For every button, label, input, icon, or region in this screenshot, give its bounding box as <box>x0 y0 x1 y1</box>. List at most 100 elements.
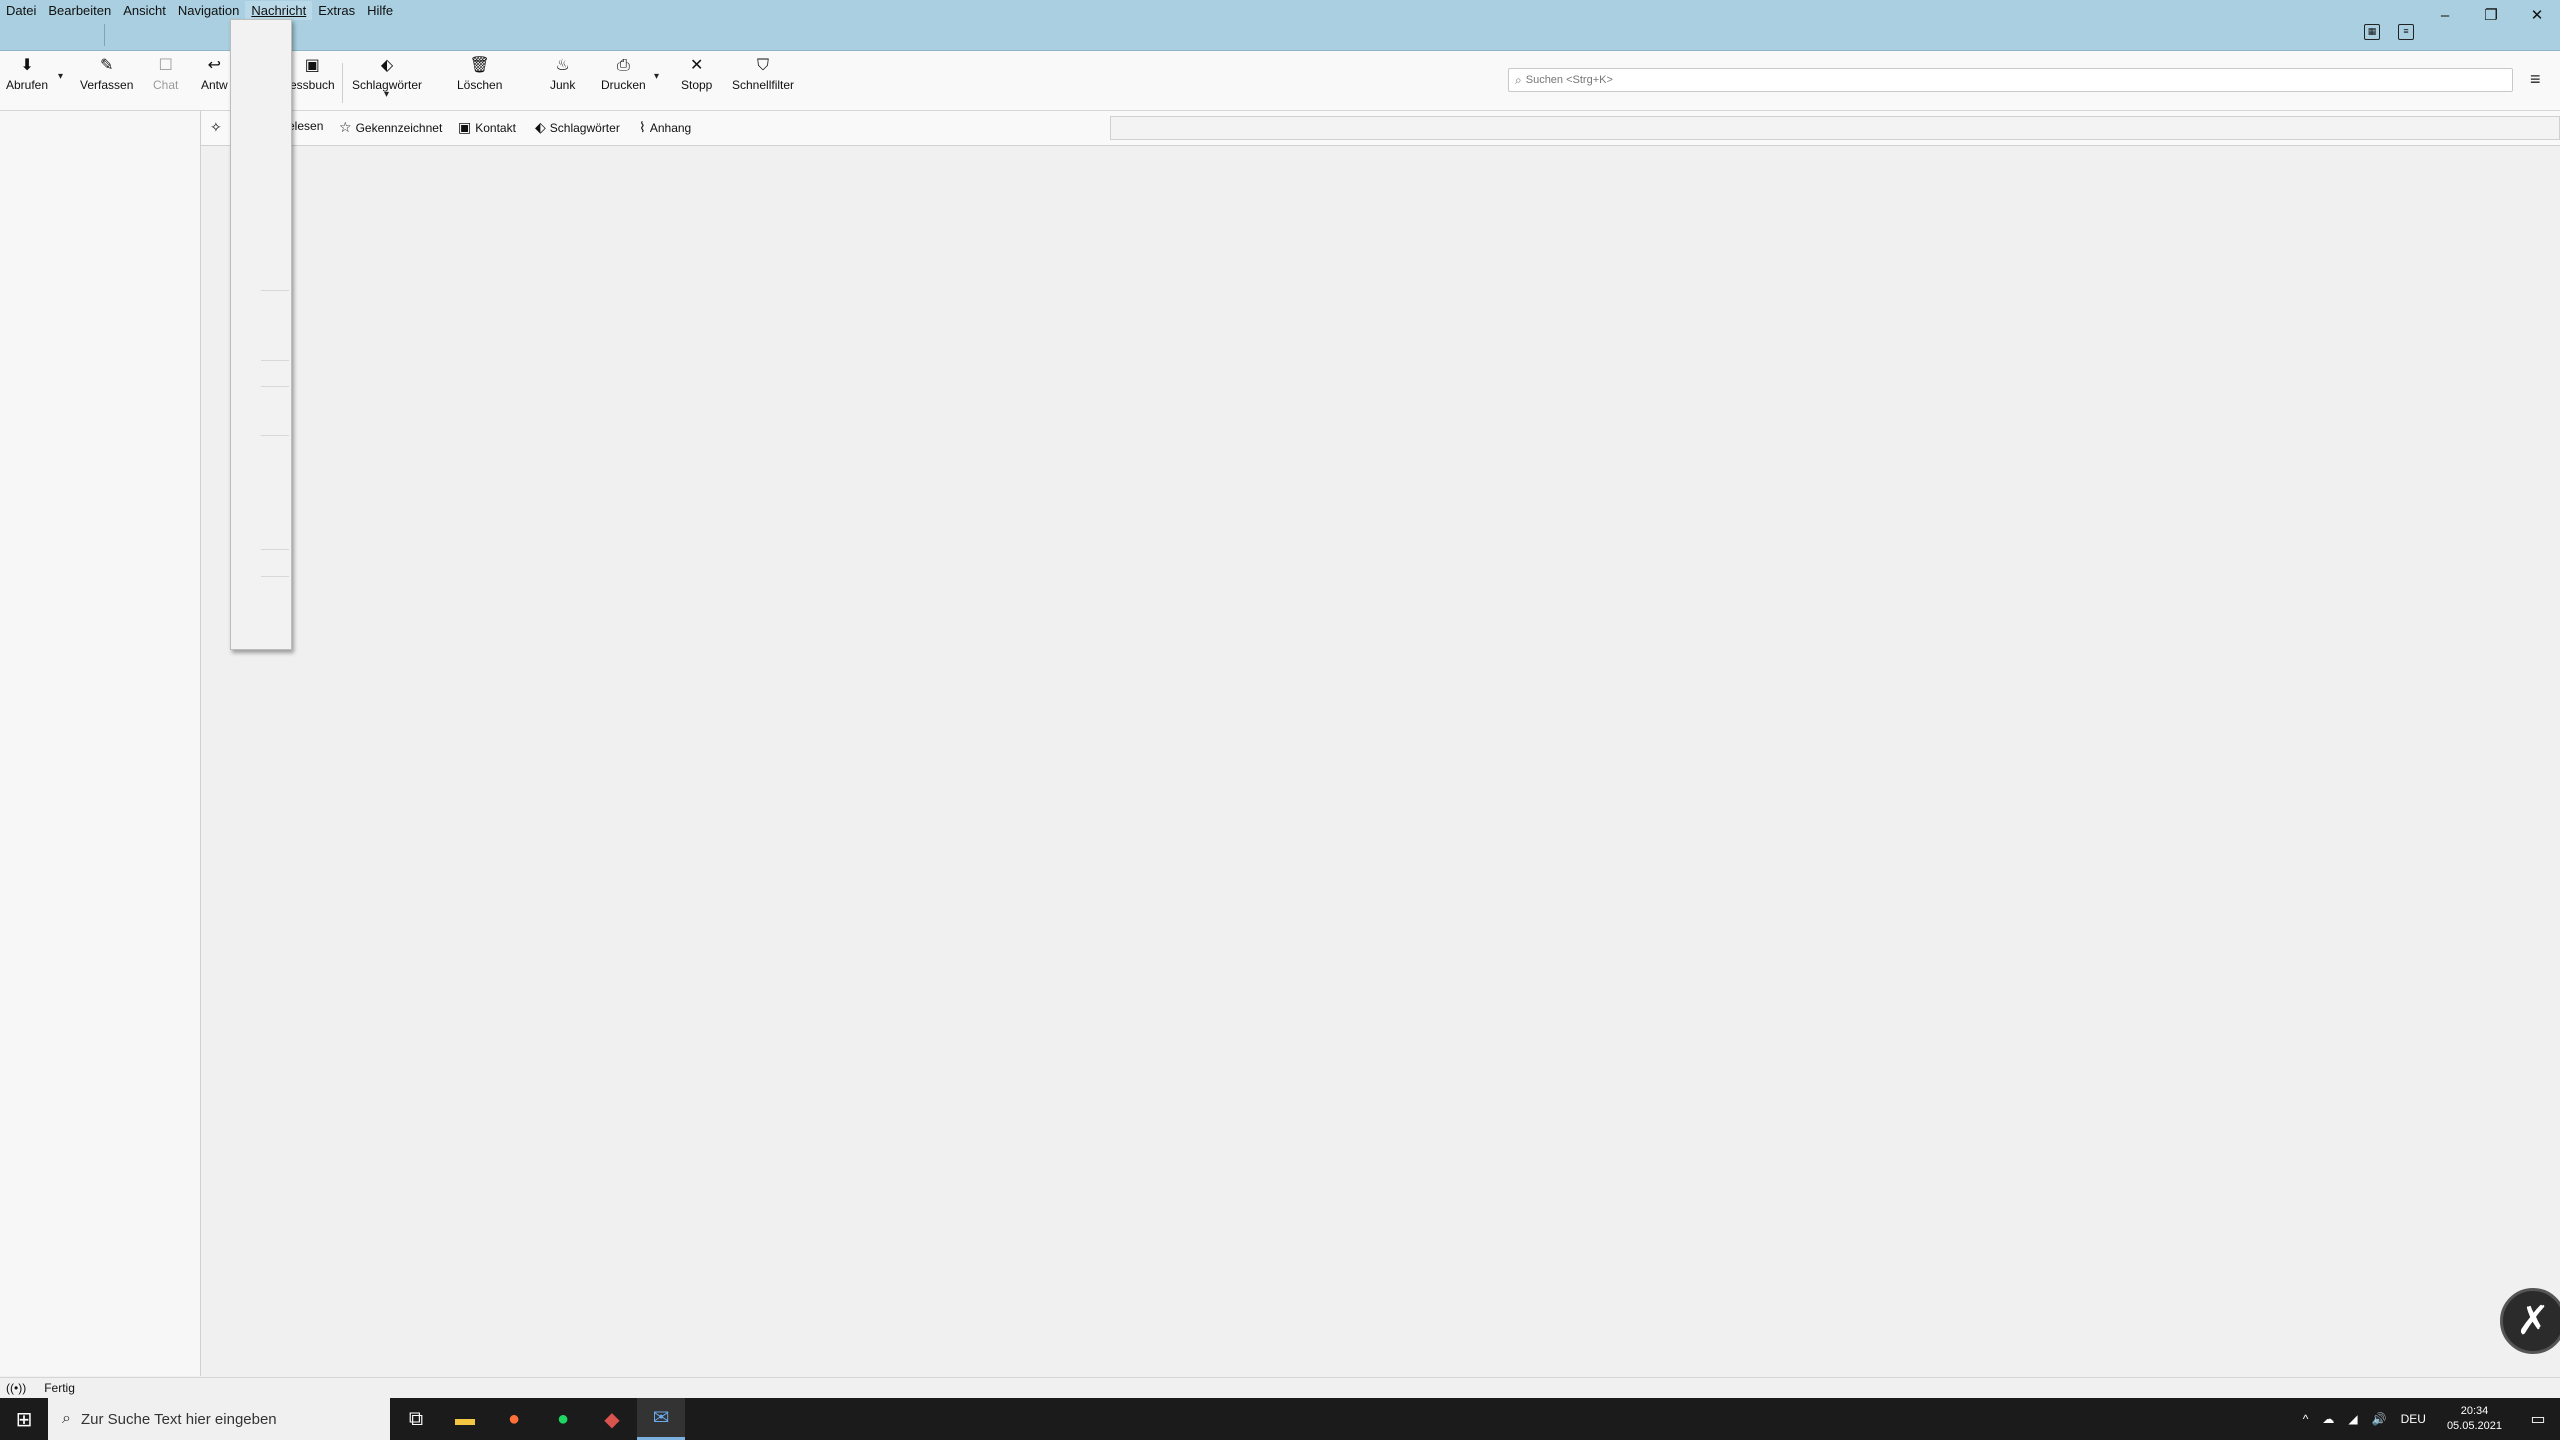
search-icon: ⌕ <box>62 1410 71 1427</box>
volume-icon[interactable]: 🔊 <box>2372 1412 2387 1426</box>
menu-datei[interactable]: Datei <box>0 1 42 20</box>
task-view-icon[interactable]: ⧉ <box>392 1398 440 1440</box>
minimize-button[interactable]: – <box>2422 0 2468 30</box>
system-tray: ^ ☁ ◢ 🔊 DEU 20:34 05.05.2021 ▭ <box>2296 1398 2560 1440</box>
get-messages-label: Abrufen <box>6 78 49 92</box>
sticky-filter-button[interactable]: ✧ <box>210 119 222 136</box>
app-icon[interactable]: ◆ <box>588 1398 636 1440</box>
tags-dropdown-icon[interactable]: ▾ <box>384 89 389 100</box>
cloud-icon[interactable]: ☁ <box>2322 1412 2334 1426</box>
connection-status-icon: ((•)) <box>6 1381 27 1395</box>
status-bar: ((•)) Fertig <box>0 1377 2560 1398</box>
clock[interactable]: 20:34 05.05.2021 <box>2447 1404 2502 1434</box>
menu-separator <box>261 290 289 291</box>
search-input[interactable]: ⌕ Suchen <Strg+K> <box>1508 68 2513 92</box>
close-button[interactable]: ✕ <box>2514 0 2560 30</box>
paperclip-icon: ⌇ <box>639 119 646 135</box>
clock-time: 20:34 <box>2460 1405 2489 1417</box>
reply-button[interactable]: ↩ Antw <box>201 56 228 104</box>
menu-bar: Datei Bearbeiten Ansicht Navigation Nach… <box>0 0 399 20</box>
menu-ansicht[interactable]: Ansicht <box>117 1 172 20</box>
quick-filter-button[interactable]: ⛉ Schnellfilter <box>732 56 794 104</box>
hamburger-menu-icon[interactable]: ≡ <box>2530 69 2541 90</box>
clock-date: 05.05.2021 <box>2446 1420 2502 1432</box>
windows-logo-icon: ⊞ <box>15 1408 33 1431</box>
tag-icon: ⬖ <box>535 119 546 135</box>
delete-button[interactable]: 🗑 Löschen <box>457 56 502 104</box>
starred-filter-button[interactable]: ☆ Gekennzeichnet <box>339 119 442 136</box>
menu-separator <box>261 576 289 577</box>
spotify-icon[interactable]: ● <box>539 1398 587 1440</box>
star-icon: ☆ <box>339 119 352 135</box>
download-icon: ⬇ <box>20 57 34 74</box>
file-explorer-icon[interactable]: ▬ <box>441 1398 489 1440</box>
calendar-icon[interactable]: ▦ <box>2364 24 2380 40</box>
reply-icon: ↩ <box>207 57 222 74</box>
notification-center-icon[interactable]: ▭ <box>2516 1409 2560 1429</box>
menu-nachricht[interactable]: Nachricht <box>245 0 313 20</box>
title-bar: Datei Bearbeiten Ansicht Navigation Nach… <box>0 0 2560 51</box>
print-label: Drucken <box>601 78 646 92</box>
stop-button[interactable]: ✕ Stopp <box>681 56 712 104</box>
quick-filter-bar: ✧ elesen ☆ Gekennzeichnet ▣ Kontakt ⬖ Sc… <box>201 111 2560 146</box>
search-icon: ⌕ <box>1515 72 1522 87</box>
tags-filter-button[interactable]: ⬖ Schlagwörter <box>535 119 620 136</box>
x-icon: ✕ <box>689 57 704 74</box>
chevron-up-icon[interactable]: ^ <box>2303 1412 2309 1426</box>
flame-icon: ♨ <box>555 57 570 74</box>
chat-label: Chat <box>153 78 179 92</box>
contact-icon: ▣ <box>458 119 472 135</box>
message-list-area <box>201 146 2560 1376</box>
language-indicator[interactable]: DEU <box>2401 1412 2426 1426</box>
funnel-icon: ⛉ <box>757 57 770 74</box>
get-messages-dropdown-icon[interactable]: ▾ <box>58 71 63 82</box>
get-messages-button[interactable]: ⬇ Abrufen <box>6 56 48 104</box>
menu-bearbeiten[interactable]: Bearbeiten <box>42 1 117 20</box>
title-icons: ▦ ≡ <box>2364 24 2414 40</box>
attachment-filter-button[interactable]: ⌇ Anhang <box>639 119 691 136</box>
tab-divider <box>104 24 105 46</box>
address-book-button[interactable]: ▣ essbuch <box>290 56 335 104</box>
status-text: Fertig <box>44 1381 75 1395</box>
pin-icon: ✧ <box>210 119 222 135</box>
nachricht-dropdown-menu[interactable] <box>230 19 292 650</box>
contact-filter-button[interactable]: ▣ Kontakt <box>458 119 516 136</box>
trash-icon: 🗑 <box>469 57 490 74</box>
restore-button[interactable]: ❐ <box>2468 0 2514 30</box>
pencil-icon: ✎ <box>99 57 114 74</box>
quick-filter-label: Schnellfilter <box>732 78 795 92</box>
print-button[interactable]: ⎙ Drucken <box>601 56 646 104</box>
print-dropdown-icon[interactable]: ▾ <box>654 71 659 82</box>
menu-separator <box>261 435 289 436</box>
menu-navigation[interactable]: Navigation <box>172 1 245 20</box>
start-button[interactable]: ⊞ <box>0 1398 48 1440</box>
tasks-icon[interactable]: ≡ <box>2398 24 2414 40</box>
delete-label: Löschen <box>457 78 503 92</box>
menu-extras[interactable]: Extras <box>312 1 361 20</box>
menu-hilfe[interactable]: Hilfe <box>361 1 399 20</box>
thunderbird-icon[interactable]: ✉ <box>637 1398 685 1440</box>
search-placeholder: Suchen <Strg+K> <box>1525 74 1613 86</box>
quick-filter-input[interactable] <box>1110 116 2560 140</box>
x-logo-icon: ✗ <box>2516 1299 2550 1343</box>
menu-separator <box>261 549 289 550</box>
menu-separator <box>261 386 289 387</box>
attachment-filter-label: Anhang <box>649 120 692 135</box>
compose-button[interactable]: ✎ Verfassen <box>80 56 133 104</box>
taskbar-search-input[interactable]: ⌕ Zur Suche Text hier eingeben <box>48 1398 390 1440</box>
unread-filter-button[interactable]: elesen <box>288 119 323 133</box>
starred-filter-label: Gekennzeichnet <box>355 120 443 135</box>
floating-action-button[interactable]: ✗ <box>2500 1288 2560 1354</box>
junk-button[interactable]: ♨ Junk <box>550 56 575 104</box>
tag-icon: ⬖ <box>380 57 394 74</box>
address-book-label: essbuch <box>290 78 335 92</box>
junk-label: Junk <box>550 78 576 92</box>
taskbar-search-placeholder: Zur Suche Text hier eingeben <box>80 1410 277 1428</box>
tags-filter-label: Schlagwörter <box>549 120 620 135</box>
firefox-icon[interactable]: ● <box>490 1398 538 1440</box>
stop-label: Stopp <box>681 78 713 92</box>
chat-button[interactable]: ☐ Chat <box>153 56 178 104</box>
unread-filter-label: elesen <box>288 119 324 133</box>
network-icon[interactable]: ◢ <box>2348 1412 2357 1426</box>
main-toolbar: ⬇ Abrufen ▾ ✎ Verfassen ☐ Chat ↩ Antw ▣ … <box>0 51 2560 111</box>
